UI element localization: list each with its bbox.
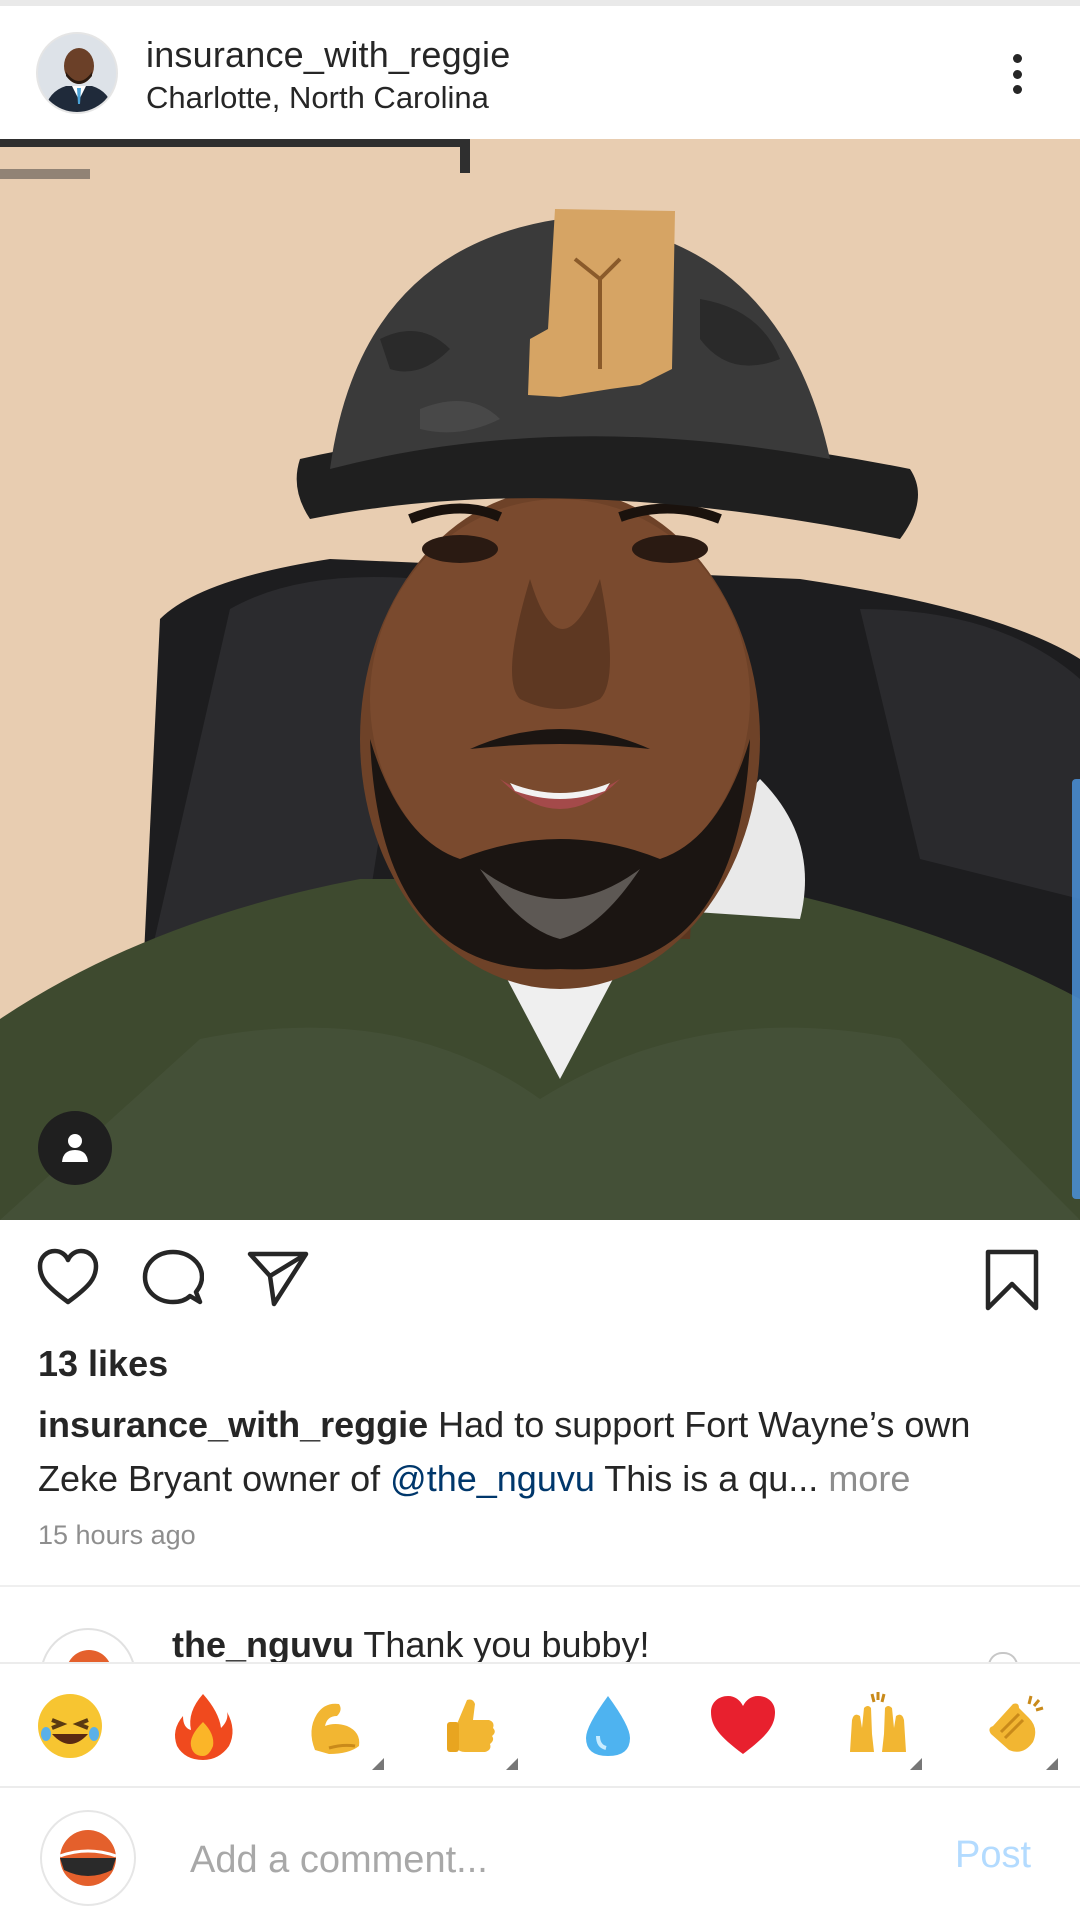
- post-timestamp: 15 hours ago: [38, 1520, 196, 1550]
- comment-icon[interactable]: [142, 1248, 205, 1313]
- current-user-avatar[interactable]: [40, 1810, 136, 1906]
- caption-mention[interactable]: @the_nguvu: [390, 1458, 595, 1499]
- red-heart-emoji-icon[interactable]: [703, 1686, 783, 1766]
- clapping-hands-emoji-icon[interactable]: [975, 1686, 1055, 1766]
- commenter-avatar[interactable]: [40, 1628, 136, 1662]
- author-username[interactable]: insurance_with_reggie: [146, 34, 510, 76]
- comment-body: Thank you bubby!: [354, 1624, 650, 1662]
- post-caption: insurance_with_reggie Had to support For…: [38, 1398, 1048, 1506]
- skin-tone-indicator: [506, 1758, 518, 1770]
- comment-preview[interactable]: the_nguvu Thank you bubby!: [0, 1592, 1080, 1662]
- skin-tone-indicator: [372, 1758, 384, 1770]
- flexed-biceps-emoji-icon[interactable]: [295, 1686, 375, 1766]
- skin-tone-indicator: [1046, 1758, 1058, 1770]
- laughing-emoji-icon[interactable]: [30, 1686, 110, 1766]
- raising-hands-emoji-icon[interactable]: [838, 1686, 918, 1766]
- like-icon[interactable]: [36, 1248, 100, 1311]
- thumbs-up-emoji-icon[interactable]: [431, 1686, 511, 1766]
- share-icon[interactable]: [246, 1248, 310, 1313]
- caption-username[interactable]: insurance_with_reggie: [38, 1404, 428, 1445]
- commenter-username[interactable]: the_nguvu: [172, 1624, 354, 1662]
- likes-count[interactable]: 13 likes: [38, 1343, 168, 1385]
- quick-emoji-bar: [0, 1662, 1080, 1788]
- post-location[interactable]: Charlotte, North Carolina: [146, 80, 489, 116]
- divider: [0, 1585, 1080, 1587]
- post-header: insurance_with_reggie Charlotte, North C…: [0, 6, 1080, 139]
- user-tag-icon[interactable]: [38, 1111, 112, 1185]
- photo-illustration: [0, 139, 1080, 1220]
- more-options-icon[interactable]: [1000, 48, 1034, 100]
- post-comment-button[interactable]: Post: [955, 1834, 1031, 1877]
- comment-composer: Post: [0, 1790, 1080, 1921]
- comment-text: the_nguvu Thank you bubby!: [172, 1624, 650, 1662]
- fire-emoji-icon[interactable]: [163, 1686, 243, 1766]
- droplet-emoji-icon[interactable]: [568, 1686, 648, 1766]
- save-bookmark-icon[interactable]: [983, 1248, 1041, 1317]
- caption-text-truncated: This is a qu...: [594, 1458, 819, 1499]
- skin-tone-indicator: [910, 1758, 922, 1770]
- caption-more-link[interactable]: more: [818, 1458, 910, 1499]
- author-avatar[interactable]: [36, 32, 118, 114]
- comment-like-icon[interactable]: [988, 1652, 1018, 1662]
- post-photo[interactable]: [0, 139, 1080, 1220]
- comment-input[interactable]: [190, 1830, 910, 1890]
- scroll-indicator: [1072, 779, 1080, 1199]
